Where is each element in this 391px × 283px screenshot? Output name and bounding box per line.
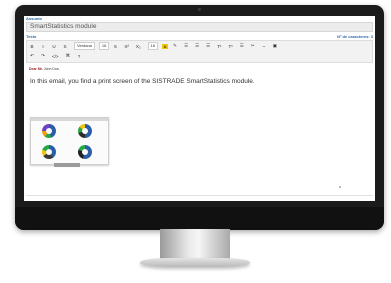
redo-icon[interactable]: ↷ — [41, 53, 45, 59]
donut-chart-thumbnail — [42, 124, 56, 138]
highlight-icon[interactable]: ✎ — [173, 43, 177, 49]
font-color-button[interactable]: A — [162, 43, 169, 49]
embedded-screenshot[interactable] — [30, 117, 109, 165]
donut-chart-thumbnail — [78, 124, 92, 138]
italic-button[interactable]: I — [41, 44, 45, 49]
list-icon[interactable]: ☰ — [184, 43, 188, 49]
editor-bottom-border — [26, 195, 373, 200]
line-height-select[interactable]: 16 — [147, 42, 159, 50]
subscript-button[interactable]: X₂ — [136, 44, 141, 49]
subject-label: Assunto — [26, 16, 42, 21]
resize-handle[interactable] — [339, 186, 341, 188]
monitor-stand-neck — [160, 229, 230, 261]
editor-toolbar: B I U S Verdana 16 S X² X₂ 16 A ✎ ☰ ☰ ☰ … — [26, 40, 373, 63]
style-button[interactable]: S — [113, 44, 117, 49]
font-family-select[interactable]: Verdana — [74, 42, 95, 50]
indent-icon[interactable]: ☰ — [240, 43, 244, 49]
webcam-dot — [198, 8, 201, 11]
subject-field[interactable]: SmartStatistics module — [26, 22, 373, 32]
greeting-line: Dear Mr. John Doe, — [29, 67, 375, 71]
bold-button[interactable]: B — [30, 44, 34, 49]
screenshot-stand — [54, 163, 80, 167]
undo-icon[interactable]: ↶ — [30, 53, 34, 59]
greeting-prefix: Dear Mr. — [29, 67, 43, 71]
link-icon[interactable]: ✂ — [251, 43, 255, 49]
monitor-chin — [15, 207, 384, 230]
image-icon[interactable]: ▣ — [273, 43, 277, 49]
strike-button[interactable]: S — [63, 44, 67, 49]
code-icon[interactable]: </> — [52, 54, 59, 59]
fullscreen-icon[interactable]: ⌘ — [66, 53, 71, 59]
font-size-select[interactable]: 16 — [98, 42, 110, 50]
ordered-list-icon[interactable]: ☰ — [195, 43, 199, 49]
underline-button[interactable]: U — [52, 44, 56, 49]
paragraph-icon[interactable]: T¹ — [228, 44, 232, 49]
greeting-name: John Doe, — [43, 67, 60, 71]
donut-chart-thumbnail — [78, 145, 92, 159]
donut-chart-thumbnail — [42, 145, 56, 159]
screenshot-titlebar — [31, 118, 108, 121]
body-label: Texto — [26, 34, 37, 39]
email-message: In this email, you find a print screen o… — [30, 78, 255, 85]
screen: Assunto SmartStatistics module Texto Nº … — [24, 16, 375, 201]
monitor-stand-foot — [140, 258, 250, 267]
superscript-button[interactable]: X² — [124, 44, 129, 49]
minus-icon[interactable]: ~ — [262, 44, 266, 49]
heading-icon[interactable]: T¹ — [217, 44, 221, 49]
help-icon[interactable]: ? — [77, 54, 81, 59]
align-icon[interactable]: ☰ — [206, 43, 210, 49]
char-count: Nº de caracteres: 3 — [337, 34, 373, 39]
